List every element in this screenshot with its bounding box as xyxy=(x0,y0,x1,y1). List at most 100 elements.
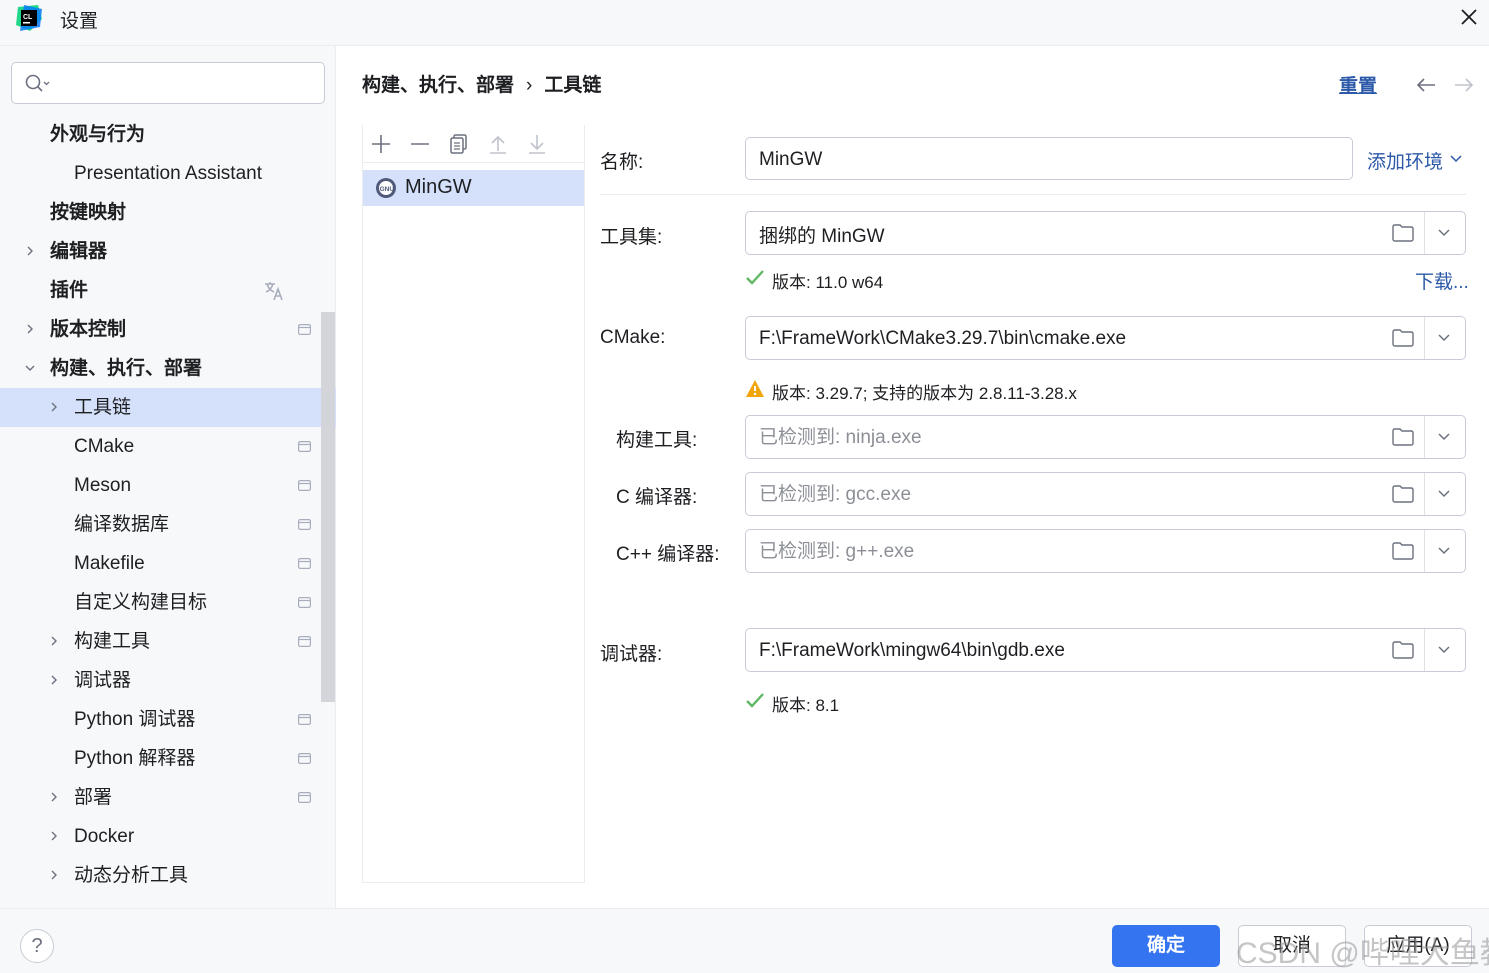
c-compiler-label: C 编译器: xyxy=(616,487,698,508)
folder-icon[interactable] xyxy=(1392,485,1414,503)
toolset-field[interactable] xyxy=(745,211,1466,255)
tree-item-label: 版本控制 xyxy=(50,319,127,340)
cpp-compiler-field[interactable] xyxy=(745,529,1466,573)
tree-item-compilation-database[interactable]: 编译数据库 xyxy=(0,505,336,544)
ok-button[interactable]: 确定 xyxy=(1112,925,1220,967)
name-input[interactable] xyxy=(759,147,1339,173)
apply-button[interactable]: 应用(A) xyxy=(1364,925,1472,967)
chevron-down-icon[interactable] xyxy=(1436,226,1452,240)
tree-item-debugger[interactable]: 调试器 xyxy=(0,661,336,700)
c-compiler-input[interactable] xyxy=(759,482,1359,508)
debugger-input[interactable] xyxy=(759,638,1359,664)
arrow-left-icon[interactable] xyxy=(1414,74,1438,96)
tree-item-editor[interactable]: 编辑器 xyxy=(0,232,336,271)
help-button[interactable]: ? xyxy=(20,929,54,963)
tree-item-cmake[interactable]: CMake xyxy=(0,427,336,466)
settings-tree: 外观与行为 Presentation Assistant 按键映射 编辑器 插件… xyxy=(0,115,336,895)
folder-icon[interactable] xyxy=(1392,224,1414,242)
dropdown-separator xyxy=(1424,416,1425,458)
tree-item-label: 自定义构建目标 xyxy=(74,592,208,613)
chevron-right-icon[interactable] xyxy=(48,635,60,647)
tree-item-makefile[interactable]: Makefile xyxy=(0,544,336,583)
download-link[interactable]: 下载... xyxy=(1415,267,1469,294)
chevron-down-icon[interactable] xyxy=(1436,643,1452,657)
search-input[interactable] xyxy=(62,71,312,95)
project-level-icon xyxy=(298,792,311,803)
sidebar-scrollbar[interactable] xyxy=(321,312,335,702)
remove-icon[interactable] xyxy=(409,133,431,155)
tree-item-build-tools[interactable]: 构建工具 xyxy=(0,622,336,661)
move-down-icon[interactable] xyxy=(526,133,548,155)
warning-icon xyxy=(746,380,764,397)
build-tool-field[interactable] xyxy=(745,415,1466,459)
tree-item-label: CMake xyxy=(74,436,135,457)
toolset-input[interactable] xyxy=(759,221,1359,247)
reset-link[interactable]: 重置 xyxy=(1339,71,1377,98)
chevron-right-icon[interactable] xyxy=(48,674,60,686)
tree-item-label: 编辑器 xyxy=(50,241,108,262)
add-environment-dropdown[interactable]: 添加环境 xyxy=(1367,147,1462,174)
search-field[interactable] xyxy=(11,62,325,104)
tree-item-plugins[interactable]: 插件 xyxy=(0,271,336,310)
toolchain-item-mingw[interactable]: GNU MinGW xyxy=(363,170,584,206)
tree-item-label: Presentation Assistant xyxy=(74,163,262,184)
name-field[interactable] xyxy=(745,137,1353,180)
folder-icon[interactable] xyxy=(1392,542,1414,560)
tree-item-dynamic-analysis-tools[interactable]: 动态分析工具 xyxy=(0,856,336,895)
tree-item-label: 动态分析工具 xyxy=(74,865,189,886)
tree-item-build-execution-deployment[interactable]: 构建、执行、部署 xyxy=(0,349,336,388)
cmake-field[interactable] xyxy=(745,316,1466,360)
breadcrumb-parent[interactable]: 构建、执行、部署 xyxy=(362,75,514,96)
chevron-down-icon[interactable] xyxy=(24,362,36,374)
chevron-down-icon[interactable] xyxy=(1436,430,1452,444)
tree-item-meson[interactable]: Meson xyxy=(0,466,336,505)
arrow-right-icon[interactable] xyxy=(1452,74,1476,96)
chevron-right-icon[interactable] xyxy=(48,869,60,881)
chevron-right-icon[interactable] xyxy=(48,401,60,413)
tree-item-label: 构建、执行、部署 xyxy=(50,358,203,379)
tree-item-keymap[interactable]: 按键映射 xyxy=(0,193,336,232)
tree-item-label: Meson xyxy=(74,475,132,496)
chevron-right-icon[interactable] xyxy=(48,791,60,803)
cancel-button[interactable]: 取消 xyxy=(1238,925,1346,967)
tree-item-vcs[interactable]: 版本控制 xyxy=(0,310,336,349)
debugger-field[interactable] xyxy=(745,628,1466,672)
project-level-icon xyxy=(298,636,311,647)
project-level-icon xyxy=(298,597,311,608)
cmake-input[interactable] xyxy=(759,326,1359,352)
title-bar: CL 设置 xyxy=(0,0,1489,46)
close-icon[interactable] xyxy=(1456,4,1482,30)
build-tool-input[interactable] xyxy=(759,425,1359,451)
folder-icon[interactable] xyxy=(1392,641,1414,659)
tree-item-presentation-assistant[interactable]: Presentation Assistant xyxy=(0,154,336,193)
window-title: 设置 xyxy=(60,11,99,32)
cmake-version: 版本: 3.29.7; 支持的版本为 2.8.11-3.28.x xyxy=(772,384,1077,403)
breadcrumb: 构建、执行、部署 › 工具链 xyxy=(362,70,601,97)
folder-icon[interactable] xyxy=(1392,329,1414,347)
tree-item-appearance[interactable]: 外观与行为 xyxy=(0,115,336,154)
cpp-compiler-input[interactable] xyxy=(759,539,1359,565)
tree-item-python-interpreter[interactable]: Python 解释器 xyxy=(0,739,336,778)
chevron-down-icon[interactable] xyxy=(1436,544,1452,558)
tree-item-python-debugger[interactable]: Python 调试器 xyxy=(0,700,336,739)
copy-icon[interactable] xyxy=(448,133,470,155)
chevron-down-icon[interactable] xyxy=(1436,331,1452,345)
project-level-icon xyxy=(298,558,311,569)
folder-icon[interactable] xyxy=(1392,428,1414,446)
chevron-right-icon[interactable] xyxy=(48,830,60,842)
chevron-down-icon[interactable] xyxy=(1436,487,1452,501)
move-up-icon[interactable] xyxy=(487,133,509,155)
tree-item-toolchains[interactable]: 工具链 xyxy=(0,388,336,427)
tree-item-docker[interactable]: Docker xyxy=(0,817,336,856)
settings-sidebar: 外观与行为 Presentation Assistant 按键映射 编辑器 插件… xyxy=(0,46,336,908)
c-compiler-field[interactable] xyxy=(745,472,1466,516)
tree-item-deployment[interactable]: 部署 xyxy=(0,778,336,817)
tree-item-label: 编译数据库 xyxy=(74,514,170,535)
toolset-label: 工具集: xyxy=(600,227,663,248)
chevron-right-icon[interactable] xyxy=(24,323,36,335)
add-environment-label: 添加环境 xyxy=(1367,152,1444,173)
tree-item-custom-build-targets[interactable]: 自定义构建目标 xyxy=(0,583,336,622)
add-icon[interactable] xyxy=(370,133,392,155)
toolchain-list-toolbar xyxy=(362,125,585,163)
chevron-right-icon[interactable] xyxy=(24,245,36,257)
